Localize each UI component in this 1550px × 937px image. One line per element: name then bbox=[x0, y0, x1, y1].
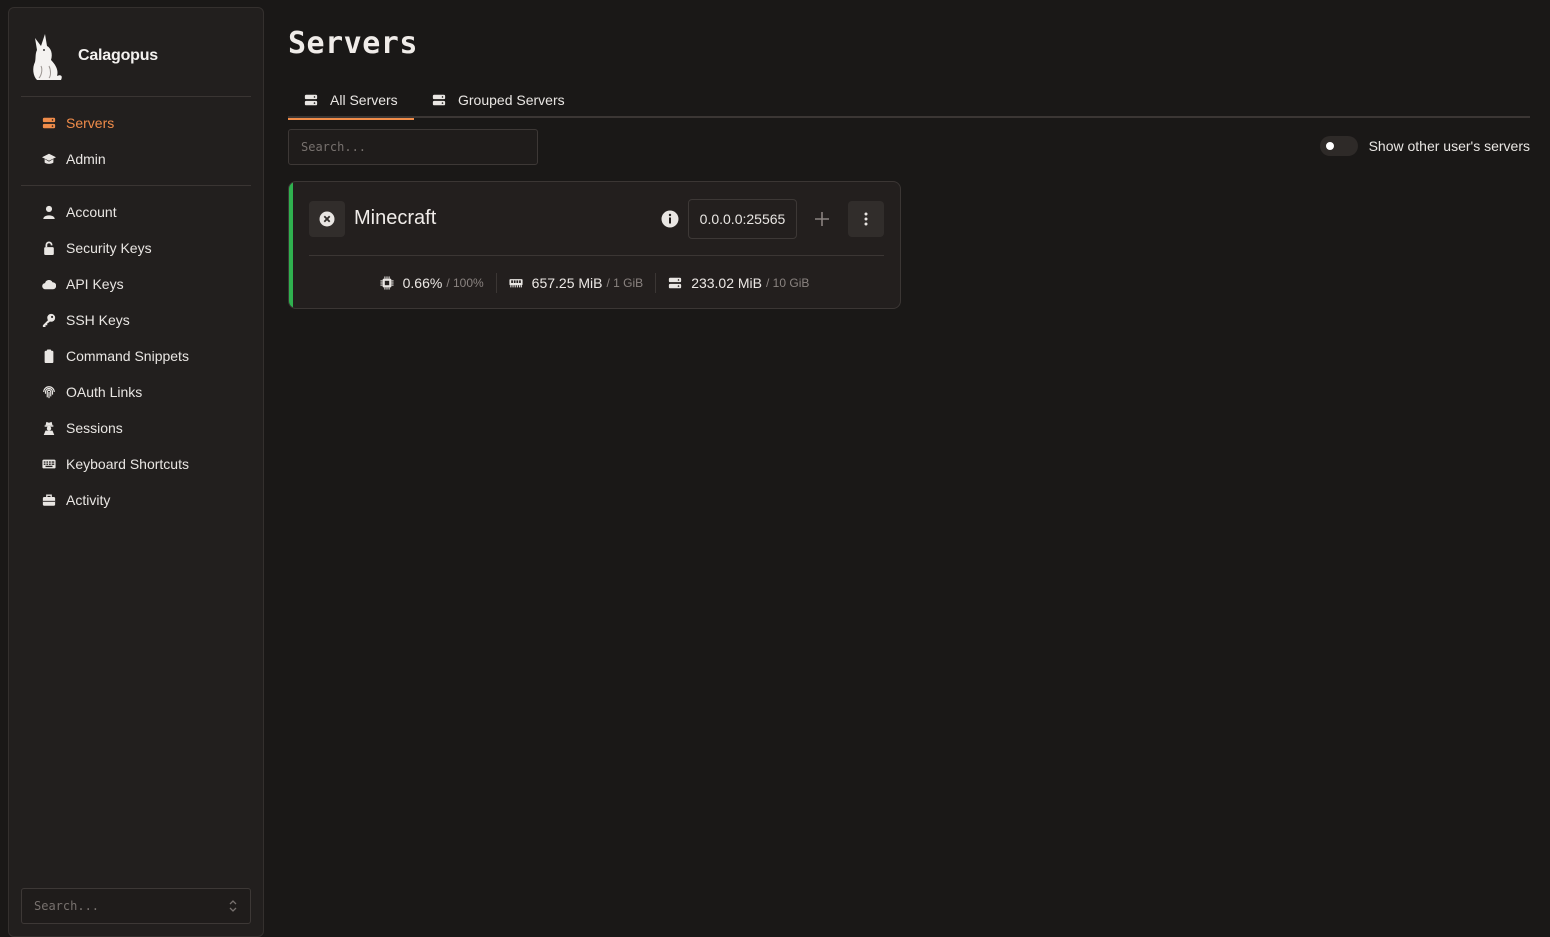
cpu-limit: / 100% bbox=[446, 276, 484, 290]
toggle-label: Show other user's servers bbox=[1368, 138, 1530, 154]
show-other-users-toggle-group: Show other user's servers bbox=[1319, 136, 1530, 156]
sidebar-item-label: Security Keys bbox=[66, 240, 152, 256]
circle-x-icon bbox=[319, 211, 335, 227]
sidebar: Calagopus Servers Admin Account Security… bbox=[8, 7, 264, 937]
sidebar-divider bbox=[21, 96, 251, 97]
sidebar-item-oauth-links[interactable]: OAuth Links bbox=[21, 374, 251, 410]
card-divider bbox=[309, 255, 884, 256]
sidebar-item-label: OAuth Links bbox=[66, 384, 143, 400]
sidebar-item-api-keys[interactable]: API Keys bbox=[21, 266, 251, 302]
primary-nav: Servers Admin bbox=[21, 105, 251, 177]
sidebar-item-account[interactable]: Account bbox=[21, 194, 251, 230]
sidebar-item-label: Sessions bbox=[66, 420, 123, 436]
user-secret-icon bbox=[41, 420, 57, 436]
disk-limit: / 10 GiB bbox=[766, 276, 810, 290]
account-nav: Account Security Keys API Keys SSH Keys … bbox=[21, 194, 251, 518]
sidebar-item-keyboard-shortcuts[interactable]: Keyboard Shortcuts bbox=[21, 446, 251, 482]
user-icon bbox=[41, 204, 57, 220]
server-menu-button[interactable] bbox=[848, 201, 884, 237]
lock-icon bbox=[41, 240, 57, 256]
cloud-icon bbox=[41, 276, 57, 292]
disk-stat: 233.02 MiB / 10 GiB bbox=[656, 275, 821, 291]
tab-label: Grouped Servers bbox=[458, 92, 565, 108]
brand[interactable]: Calagopus bbox=[27, 30, 158, 82]
server-status-button[interactable] bbox=[309, 201, 345, 237]
sidebar-divider bbox=[21, 185, 251, 186]
sidebar-item-ssh-keys[interactable]: SSH Keys bbox=[21, 302, 251, 338]
sidebar-item-activity[interactable]: Activity bbox=[21, 482, 251, 518]
sidebar-search-select[interactable]: Search... bbox=[21, 888, 251, 924]
sidebar-item-label: API Keys bbox=[66, 276, 124, 292]
graduation-cap-icon bbox=[41, 151, 57, 167]
hard-drive-icon bbox=[669, 277, 682, 289]
memory-stat: 657.25 MiB / 1 GiB bbox=[497, 275, 656, 291]
sidebar-item-admin[interactable]: Admin bbox=[21, 141, 251, 177]
sidebar-item-command-snippets[interactable]: Command Snippets bbox=[21, 338, 251, 374]
sidebar-item-label: Servers bbox=[66, 115, 115, 131]
sidebar-item-sessions[interactable]: Sessions bbox=[21, 410, 251, 446]
app-name: Calagopus bbox=[78, 47, 158, 64]
toggle-knob bbox=[1322, 139, 1337, 153]
sidebar-search-placeholder: Search... bbox=[34, 899, 100, 913]
memory-used: 657.25 MiB bbox=[531, 275, 603, 291]
sidebar-item-label: Keyboard Shortcuts bbox=[66, 456, 189, 472]
cpu-stat: 0.66% / 100% bbox=[368, 275, 496, 291]
sidebar-item-servers[interactable]: Servers bbox=[21, 105, 251, 141]
chevron-up-down-icon bbox=[229, 900, 237, 912]
more-vertical-icon bbox=[864, 212, 868, 226]
briefcase-icon bbox=[41, 492, 57, 508]
cpu-used: 0.66% bbox=[402, 275, 443, 291]
tab-bar: All Servers Grouped Servers bbox=[288, 82, 1530, 120]
sidebar-item-label: SSH Keys bbox=[66, 312, 130, 328]
server-card[interactable]: Minecraft 0.0.0.0:25565 0.66% / 100% 657… bbox=[288, 181, 901, 309]
keyboard-icon bbox=[41, 456, 57, 472]
sidebar-item-label: Command Snippets bbox=[66, 348, 189, 364]
tab-label: All Servers bbox=[330, 92, 398, 108]
plus-icon[interactable] bbox=[813, 210, 831, 228]
server-icon bbox=[432, 94, 446, 106]
sidebar-item-security-keys[interactable]: Security Keys bbox=[21, 230, 251, 266]
server-stats: 0.66% / 100% 657.25 MiB / 1 GiB 233.02 M… bbox=[289, 272, 900, 294]
search-placeholder: Search... bbox=[301, 140, 367, 154]
info-icon[interactable] bbox=[661, 210, 679, 228]
page-title: Servers bbox=[288, 26, 418, 61]
sidebar-item-label: Activity bbox=[66, 492, 111, 508]
server-icon bbox=[304, 94, 318, 106]
tab-grouped-servers[interactable]: Grouped Servers bbox=[416, 82, 581, 118]
key-icon bbox=[41, 312, 57, 328]
server-search-input[interactable]: Search... bbox=[288, 129, 538, 165]
server-icon bbox=[41, 115, 57, 131]
fingerprint-icon bbox=[41, 384, 57, 400]
memory-limit: / 1 GiB bbox=[606, 276, 644, 290]
memory-icon bbox=[509, 279, 523, 288]
cpu-icon bbox=[380, 276, 394, 290]
logo-icon bbox=[33, 34, 62, 80]
disk-used: 233.02 MiB bbox=[691, 275, 763, 291]
clipboard-icon bbox=[41, 348, 57, 364]
sidebar-item-label: Admin bbox=[66, 151, 106, 167]
show-other-users-toggle[interactable] bbox=[1319, 136, 1358, 156]
server-name: Minecraft bbox=[354, 207, 437, 229]
sidebar-item-label: Account bbox=[66, 204, 117, 220]
tab-all-servers[interactable]: All Servers bbox=[288, 82, 414, 120]
server-address-button[interactable]: 0.0.0.0:25565 bbox=[688, 199, 797, 239]
